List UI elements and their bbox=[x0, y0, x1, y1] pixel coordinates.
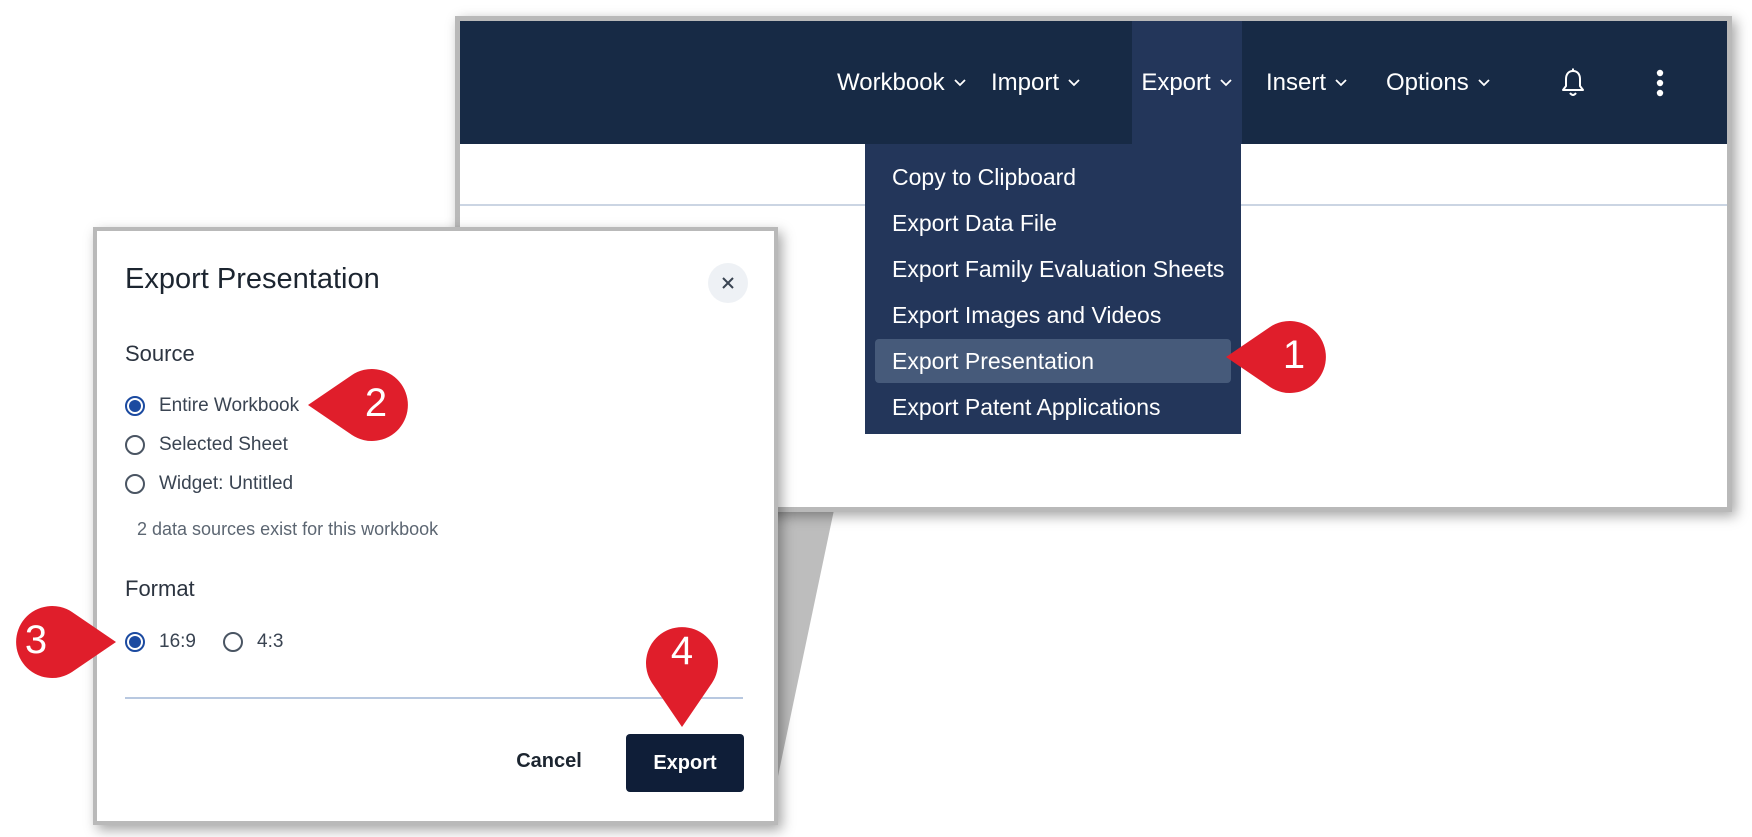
export-button[interactable]: Export bbox=[626, 734, 744, 792]
callout-number: 2 bbox=[364, 381, 388, 425]
callout-number: 3 bbox=[24, 618, 48, 662]
source-option-selected-sheet[interactable]: Selected Sheet bbox=[125, 434, 288, 456]
source-option-widget-untitled[interactable]: Widget: Untitled bbox=[125, 473, 293, 495]
radio-button[interactable] bbox=[125, 435, 145, 455]
nav-options-label: Options bbox=[1386, 68, 1469, 96]
more-vertical-icon bbox=[1656, 69, 1664, 97]
close-button[interactable] bbox=[708, 263, 748, 303]
source-section-label: Source bbox=[125, 341, 195, 366]
close-icon bbox=[722, 277, 734, 289]
chevron-down-icon bbox=[1220, 79, 1232, 87]
data-sources-hint: 2 data sources exist for this workbook bbox=[137, 519, 439, 539]
chevron-down-icon bbox=[953, 79, 966, 87]
menu-item-export-patent-applications[interactable]: Export Patent Applications bbox=[875, 385, 1231, 429]
nav-workbook-label: Workbook bbox=[837, 68, 945, 96]
menu-item-export-data-file[interactable]: Export Data File bbox=[875, 201, 1231, 245]
nav-export-menu[interactable]: Export bbox=[1132, 21, 1242, 144]
callout-marker-1: 1 bbox=[1224, 319, 1344, 395]
radio-label: 16:9 bbox=[159, 631, 196, 652]
callout-number: 4 bbox=[670, 629, 694, 673]
radio-button[interactable] bbox=[125, 396, 145, 416]
radio-button[interactable] bbox=[125, 474, 145, 494]
radio-label: Widget: Untitled bbox=[159, 473, 294, 494]
nav-import-menu[interactable]: Import bbox=[991, 21, 1081, 144]
chevron-down-icon bbox=[1068, 79, 1080, 87]
radio-label: 4:3 bbox=[257, 631, 284, 652]
cancel-button[interactable]: Cancel bbox=[494, 741, 604, 781]
radio-button[interactable] bbox=[223, 632, 243, 652]
radio-label: Entire Workbook bbox=[159, 395, 300, 416]
callout-number: 1 bbox=[1282, 333, 1306, 377]
export-dropdown-menu: Copy to Clipboard Export Data File Expor… bbox=[865, 144, 1241, 434]
callout-marker-2: 2 bbox=[306, 367, 426, 443]
export-presentation-dialog: Export Presentation Source Entire Workbo… bbox=[93, 227, 778, 825]
nav-import-label: Import bbox=[991, 68, 1060, 96]
chevron-down-icon bbox=[1335, 79, 1347, 87]
dialog-title: Export Presentation bbox=[125, 263, 380, 295]
chevron-down-icon bbox=[1478, 79, 1490, 87]
menu-item-export-family-evaluation-sheets[interactable]: Export Family Evaluation Sheets bbox=[875, 247, 1231, 291]
callout-marker-3: 3 bbox=[0, 604, 120, 680]
format-section-label: Format bbox=[125, 576, 195, 601]
nav-workbook-menu[interactable]: Workbook bbox=[837, 21, 967, 144]
format-option-16-9[interactable]: 16:9 bbox=[125, 631, 196, 653]
notifications-button[interactable] bbox=[1555, 65, 1591, 101]
source-option-entire-workbook[interactable]: Entire Workbook bbox=[125, 395, 299, 417]
nav-export-label: Export bbox=[1141, 68, 1211, 96]
top-navigation-bar: Workbook Import Export Insert Options bbox=[460, 21, 1727, 144]
menu-item-copy-to-clipboard[interactable]: Copy to Clipboard bbox=[875, 155, 1231, 199]
menu-item-export-images-and-videos[interactable]: Export Images and Videos bbox=[875, 293, 1231, 337]
menu-item-export-presentation[interactable]: Export Presentation bbox=[875, 339, 1231, 383]
radio-button[interactable] bbox=[125, 632, 145, 652]
more-options-button[interactable] bbox=[1642, 65, 1678, 101]
nav-options-menu[interactable]: Options bbox=[1386, 21, 1491, 144]
nav-insert-menu[interactable]: Insert bbox=[1266, 21, 1348, 144]
radio-label: Selected Sheet bbox=[159, 434, 288, 455]
format-option-4-3[interactable]: 4:3 bbox=[223, 631, 283, 653]
nav-insert-label: Insert bbox=[1266, 68, 1327, 96]
callout-marker-4: 4 bbox=[644, 613, 720, 729]
bell-icon bbox=[1562, 68, 1584, 96]
